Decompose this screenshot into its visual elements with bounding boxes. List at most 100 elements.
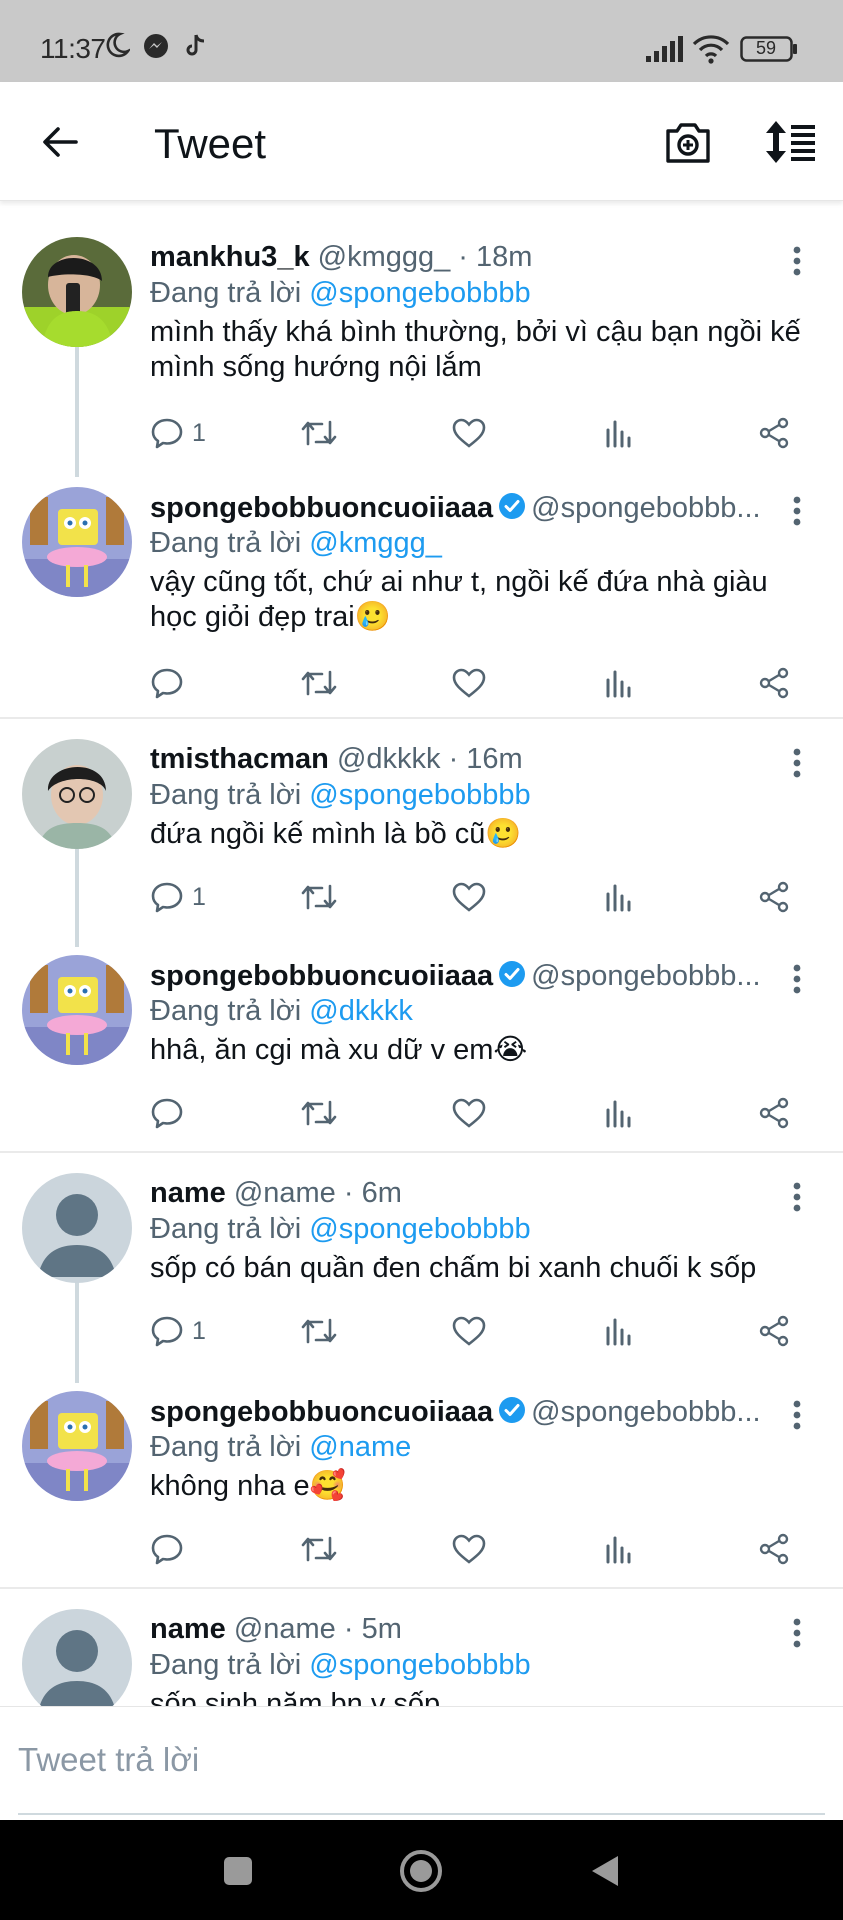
reply-mention-link[interactable]: @spongebobbbb bbox=[309, 1213, 530, 1245]
more-options-button[interactable] bbox=[782, 1395, 812, 1435]
thread-line bbox=[75, 841, 79, 947]
share-button[interactable] bbox=[758, 1529, 790, 1569]
retweet-button[interactable] bbox=[300, 1311, 338, 1351]
display-name[interactable]: name bbox=[150, 1613, 226, 1645]
more-options-button[interactable] bbox=[782, 743, 812, 783]
reply-button[interactable] bbox=[150, 1093, 184, 1133]
reply-button[interactable] bbox=[150, 663, 184, 703]
retweet-icon bbox=[301, 1100, 337, 1126]
tweet-item[interactable]: tmisthacman @dkkkk · 16m Đang trả lời @s… bbox=[0, 731, 843, 947]
more-options-button[interactable] bbox=[782, 959, 812, 999]
battery-level: 59 bbox=[755, 38, 777, 58]
tweet-text: đứa ngồi kế mình là bồ cũ🥲 bbox=[150, 818, 522, 850]
like-button[interactable] bbox=[452, 663, 486, 703]
reply-compose-bar[interactable]: Tweet trả lời bbox=[0, 1706, 843, 1821]
avatar[interactable] bbox=[22, 487, 132, 597]
more-options-button[interactable] bbox=[782, 1613, 812, 1653]
retweet-button[interactable] bbox=[300, 413, 338, 453]
like-button[interactable] bbox=[452, 1529, 486, 1569]
like-button[interactable] bbox=[452, 1311, 486, 1351]
reply-button[interactable]: 1 bbox=[150, 877, 206, 917]
tweet-text: không nha e🥰 bbox=[150, 1470, 346, 1502]
tweet-header: name @name · 5m bbox=[150, 1613, 402, 1646]
analytics-button[interactable] bbox=[604, 663, 634, 703]
more-options-button[interactable] bbox=[782, 1177, 812, 1217]
share-button[interactable] bbox=[758, 413, 790, 453]
reply-count: 1 bbox=[192, 1316, 206, 1345]
display-name[interactable]: mankhu3_k bbox=[150, 241, 310, 273]
analytics-button[interactable] bbox=[604, 1093, 634, 1133]
display-name[interactable]: spongebobbuoncuoiiaaa bbox=[150, 1396, 493, 1428]
reply-mention-link[interactable]: @spongebobbbb bbox=[309, 277, 530, 309]
display-name[interactable]: name bbox=[150, 1177, 226, 1209]
camera-add-button[interactable] bbox=[658, 112, 718, 172]
reply-mention-link[interactable]: @spongebobbbb bbox=[309, 779, 530, 811]
replying-to-label: Đang trả lời bbox=[150, 1431, 302, 1463]
replying-to: Đang trả lời @kmggg_ bbox=[150, 527, 442, 560]
share-icon bbox=[759, 1315, 789, 1347]
verified-badge-icon bbox=[497, 491, 527, 529]
share-button[interactable] bbox=[758, 1093, 790, 1133]
tweet-item[interactable]: mankhu3_k @kmggg_ · 18m Đang trả lời @sp… bbox=[0, 227, 843, 477]
display-name[interactable]: spongebobbuoncuoiiaaa bbox=[150, 960, 493, 992]
share-button[interactable] bbox=[758, 663, 790, 703]
more-options-button[interactable] bbox=[782, 491, 812, 531]
moon-icon bbox=[104, 32, 132, 63]
sort-button[interactable] bbox=[760, 112, 820, 172]
retweet-button[interactable] bbox=[300, 1529, 338, 1569]
tweet-item[interactable]: name @name · 6m Đang trả lời @spongebobb… bbox=[0, 1165, 843, 1383]
retweet-button[interactable] bbox=[300, 1093, 338, 1133]
like-button[interactable] bbox=[452, 877, 486, 917]
retweet-icon bbox=[301, 1536, 337, 1562]
back-button[interactable] bbox=[30, 112, 90, 172]
home-button[interactable] bbox=[396, 1846, 446, 1896]
reply-mention-link[interactable]: @dkkkk bbox=[309, 995, 413, 1027]
avatar[interactable] bbox=[22, 955, 132, 1065]
recents-button[interactable] bbox=[213, 1846, 263, 1896]
back-nav-button[interactable] bbox=[580, 1846, 630, 1896]
replying-to: Đang trả lời @name bbox=[150, 1431, 411, 1464]
retweet-button[interactable] bbox=[300, 877, 338, 917]
avatar[interactable] bbox=[22, 739, 132, 849]
share-button[interactable] bbox=[758, 1311, 790, 1351]
reply-button[interactable]: 1 bbox=[150, 413, 206, 453]
reply-button[interactable]: 1 bbox=[150, 1311, 206, 1351]
reply-button[interactable] bbox=[150, 1529, 184, 1569]
analytics-button[interactable] bbox=[604, 877, 634, 917]
more-options-button[interactable] bbox=[782, 241, 812, 281]
avatar[interactable] bbox=[22, 237, 132, 347]
display-name[interactable]: spongebobbuoncuoiiaaa bbox=[150, 492, 493, 524]
analytics-icon bbox=[606, 884, 631, 912]
reply-mention-link[interactable]: @name bbox=[309, 1431, 411, 1463]
heart-icon bbox=[452, 418, 486, 448]
like-button[interactable] bbox=[452, 1093, 486, 1133]
display-name[interactable]: tmisthacman bbox=[150, 743, 329, 775]
retweet-button[interactable] bbox=[300, 663, 338, 703]
share-button[interactable] bbox=[758, 877, 790, 917]
default-avatar[interactable] bbox=[22, 1173, 132, 1283]
default-avatar[interactable] bbox=[22, 1609, 132, 1706]
analytics-button[interactable] bbox=[604, 413, 634, 453]
tweet-item[interactable]: spongebobbuoncuoiiaaa @spongebobbb... Đan… bbox=[0, 947, 843, 1151]
tweet-header: name @name · 6m bbox=[150, 1177, 402, 1210]
replying-to: Đang trả lời @dkkkk bbox=[150, 995, 413, 1028]
reply-thread-feed[interactable]: mankhu3_k @kmggg_ · 18m Đang trả lời @sp… bbox=[0, 201, 843, 1706]
retweet-icon bbox=[301, 884, 337, 910]
analytics-icon bbox=[606, 1318, 631, 1346]
tweet-item[interactable]: name @name · 5m Đang trả lời @spongebobb… bbox=[0, 1601, 843, 1706]
analytics-button[interactable] bbox=[604, 1529, 634, 1569]
status-time: 11:37 bbox=[40, 33, 106, 64]
reply-mention-link[interactable]: @spongebobbbb bbox=[309, 1649, 530, 1681]
home-circle-icon bbox=[400, 1850, 442, 1892]
reply-mention-link[interactable]: @kmggg_ bbox=[309, 527, 442, 559]
thread-divider bbox=[0, 717, 843, 719]
reply-icon bbox=[151, 1534, 183, 1565]
thread-divider bbox=[0, 1587, 843, 1589]
analytics-button[interactable] bbox=[604, 1311, 634, 1351]
reply-input[interactable]: Tweet trả lời bbox=[18, 1741, 199, 1779]
tweet-item[interactable]: spongebobbuoncuoiiaaa @spongebobbb... Đan… bbox=[0, 477, 843, 713]
like-button[interactable] bbox=[452, 413, 486, 453]
tweet-item[interactable]: spongebobbuoncuoiiaaa @spongebobbb... Đan… bbox=[0, 1383, 843, 1587]
avatar[interactable] bbox=[22, 1391, 132, 1501]
retweet-icon bbox=[301, 420, 337, 446]
